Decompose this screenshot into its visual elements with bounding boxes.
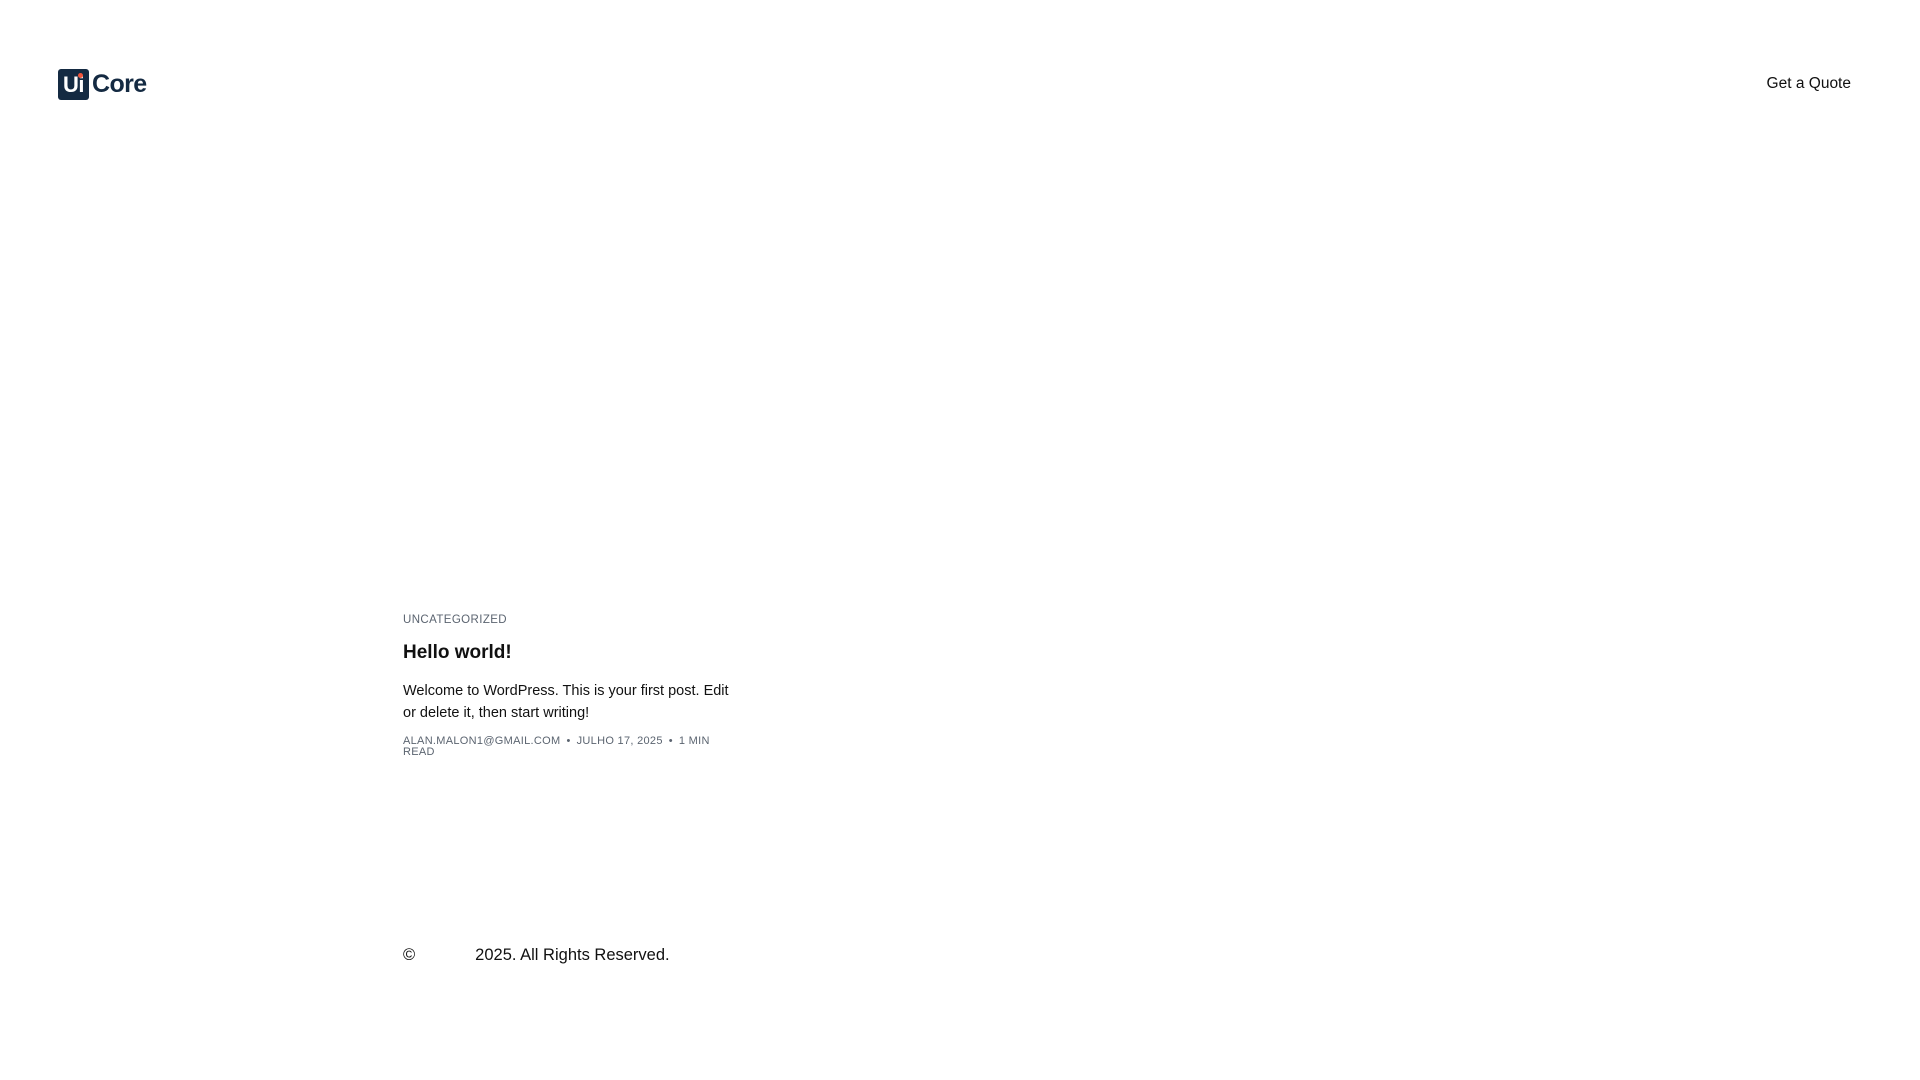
logo-accent-dot [78,73,83,78]
logo-wordmark: Core [92,70,147,98]
meta-separator: • [668,735,673,747]
site-logo[interactable]: Ui Core [58,69,147,100]
copyright-text: 2025. All Rights Reserved. [475,946,670,964]
post-meta: ALAN.MALON1@GMAIL.COM • JULHO 17, 2025 • 1 M… [403,736,743,758]
post-title: Hello world! [403,642,743,664]
post-card: UNCATEGORIZED Hello world! Welcome to Wo… [403,614,743,758]
post-title-link[interactable]: Hello world! [403,642,512,663]
post-date-link[interactable]: JULHO 17, 2025 [577,735,663,747]
post-category-link[interactable]: UNCATEGORIZED [403,614,743,626]
logo-badge: Ui [58,69,89,100]
page: Ui Core Get a Quote UNCATEGORIZED Hello … [0,0,1920,1080]
get-a-quote-link[interactable]: Get a Quote [1767,75,1851,93]
post-excerpt: Welcome to WordPress. This is your first… [403,683,729,721]
footer-copyright: © 2025. All Rights Reserved. [403,946,670,965]
meta-separator: • [566,735,571,747]
copyright-symbol: © [403,946,416,964]
